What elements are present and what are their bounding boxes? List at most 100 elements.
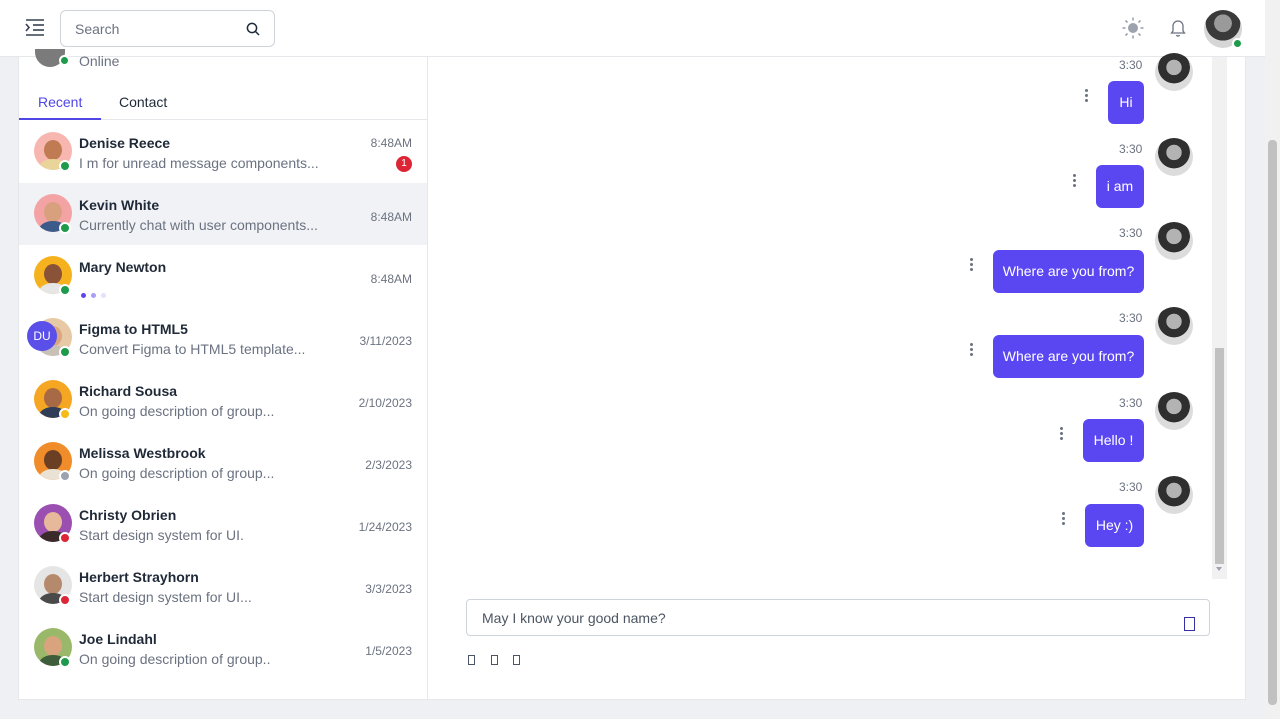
- sender-avatar: [1155, 307, 1193, 345]
- status-dot: [59, 594, 71, 606]
- message-time: 3/3/2023: [365, 582, 412, 596]
- message-timestamp: 3:30: [1119, 396, 1143, 410]
- chat-area: 3:30 Hi 3:30 i am 3:30 Where are you fro…: [428, 53, 1246, 700]
- contact-name: Denise Reece: [79, 135, 171, 151]
- message-bubble: Hey :): [1085, 504, 1144, 547]
- typing-indicator: [81, 285, 111, 303]
- send-icon[interactable]: [1184, 617, 1195, 631]
- search-box: [60, 10, 275, 47]
- page-scrollbar-thumb[interactable]: [1268, 140, 1277, 705]
- scroll-down-arrow[interactable]: [1216, 567, 1222, 571]
- chat-scrollbar-thumb[interactable]: [1215, 348, 1224, 564]
- conversation-item[interactable]: Herbert Strayhorn Start design system fo…: [19, 555, 427, 617]
- emoji-icon[interactable]: [513, 655, 520, 665]
- message-time: 2/10/2023: [358, 396, 412, 410]
- conversation-panel: Online Recent Contact Denise Reece I m f…: [19, 49, 428, 700]
- message-time: 2/3/2023: [365, 458, 412, 472]
- contact-name: Herbert Strayhorn: [79, 569, 199, 585]
- contact-name: Joe Lindahl: [79, 631, 157, 647]
- message-time: 8:48AM: [370, 272, 412, 286]
- page-scrollbar[interactable]: [1265, 0, 1280, 719]
- chat-card: Online Recent Contact Denise Reece I m f…: [18, 49, 1246, 700]
- message-preview: On going description of group..: [79, 651, 271, 667]
- message-timestamp: 3:30: [1119, 226, 1143, 240]
- sender-avatar: [1155, 138, 1193, 176]
- conversation-item[interactable]: DU Figma to HTML5 Convert Figma to HTML5…: [19, 307, 427, 369]
- status-dot: [59, 470, 71, 482]
- sender-avatar: [1155, 476, 1193, 514]
- status-dot: [59, 408, 71, 420]
- conversation-item[interactable]: Mary Newton 8:48AM: [19, 245, 427, 307]
- message-preview: Currently chat with user components...: [79, 217, 318, 233]
- tab-recent[interactable]: Recent: [38, 94, 82, 110]
- conversation-item[interactable]: Richard Sousa On going description of gr…: [19, 369, 427, 431]
- message-preview: Convert Figma to HTML5 template...: [79, 341, 306, 357]
- message-bubble: Hi: [1108, 81, 1144, 124]
- message-preview: Start design system for UI...: [79, 589, 252, 605]
- online-status-dot: [1232, 38, 1243, 49]
- message-preview: I m for unread message components...: [79, 155, 319, 171]
- conversation-item[interactable]: Christy Obrien Start design system for U…: [19, 493, 427, 555]
- conversation-item[interactable]: Melissa Westbrook On going description o…: [19, 431, 427, 493]
- contact-name: Figma to HTML5: [79, 321, 188, 337]
- message-options-icon[interactable]: [1072, 174, 1076, 188]
- message-preview: Start design system for UI.: [79, 527, 244, 543]
- status-dot: [59, 284, 71, 296]
- bell-icon[interactable]: [1169, 18, 1187, 38]
- user-avatar[interactable]: [1204, 10, 1243, 49]
- message-options-icon[interactable]: [1061, 512, 1065, 526]
- message-bubble: i am: [1096, 165, 1144, 208]
- message-preview: On going description of group...: [79, 403, 275, 419]
- status-dot: [59, 160, 71, 172]
- message-timestamp: 3:30: [1119, 311, 1143, 325]
- message-time: 8:48AM: [370, 136, 412, 150]
- sender-avatar: [1155, 392, 1193, 430]
- message-timestamp: 3:30: [1119, 142, 1143, 156]
- search-icon[interactable]: [246, 22, 260, 36]
- status-dot: [59, 346, 71, 358]
- contact-name: Mary Newton: [79, 259, 167, 275]
- chat-scrollbar[interactable]: [1212, 57, 1227, 579]
- message-time: 1/5/2023: [365, 644, 412, 658]
- message-bubble: Hello !: [1083, 419, 1144, 462]
- message-preview: On going description of group...: [79, 465, 275, 481]
- status-dot: [59, 532, 71, 544]
- conversation-item[interactable]: Denise Reece I m for unread message comp…: [19, 121, 427, 183]
- menu-icon[interactable]: [24, 17, 46, 39]
- attachment-icon[interactable]: [468, 655, 475, 665]
- active-tab-indicator: [19, 118, 101, 120]
- tab-contact[interactable]: Contact: [119, 94, 167, 110]
- contact-name: Christy Obrien: [79, 507, 177, 523]
- conversation-item[interactable]: Joe Lindahl On going description of grou…: [19, 617, 427, 679]
- message-input[interactable]: [482, 608, 1162, 628]
- message-time: 8:48AM: [370, 210, 412, 224]
- sender-avatar: [1155, 53, 1193, 91]
- message-time: 1/24/2023: [358, 520, 412, 534]
- sender-avatar: [1155, 222, 1193, 260]
- message-bubble: Where are you from?: [993, 250, 1144, 293]
- contact-name: Kevin White: [79, 197, 160, 213]
- top-bar: [0, 0, 1265, 57]
- image-icon[interactable]: [491, 655, 498, 665]
- my-status-text: Online: [79, 53, 120, 69]
- message-timestamp: 3:30: [1119, 480, 1143, 494]
- message-time: 3/11/2023: [359, 334, 413, 348]
- message-options-icon[interactable]: [969, 258, 973, 272]
- contact-name: Melissa Westbrook: [79, 445, 206, 461]
- search-input[interactable]: [75, 19, 235, 39]
- message-bubble: Where are you from?: [993, 335, 1144, 378]
- sun-icon[interactable]: [1122, 17, 1144, 39]
- conversation-tabs: Recent Contact: [19, 86, 427, 120]
- my-status-dot: [59, 55, 70, 66]
- message-timestamp: 3:30: [1119, 58, 1143, 72]
- message-options-icon[interactable]: [1084, 89, 1088, 103]
- message-options-icon[interactable]: [969, 343, 973, 357]
- message-composer: [466, 599, 1210, 636]
- conversation-list: Denise Reece I m for unread message comp…: [19, 121, 427, 679]
- message-options-icon[interactable]: [1059, 427, 1063, 441]
- group-badge: DU: [27, 321, 57, 351]
- status-dot: [59, 656, 71, 668]
- unread-badge: 1: [396, 156, 412, 172]
- conversation-item[interactable]: Kevin White Currently chat with user com…: [19, 183, 427, 245]
- contact-name: Richard Sousa: [79, 383, 178, 399]
